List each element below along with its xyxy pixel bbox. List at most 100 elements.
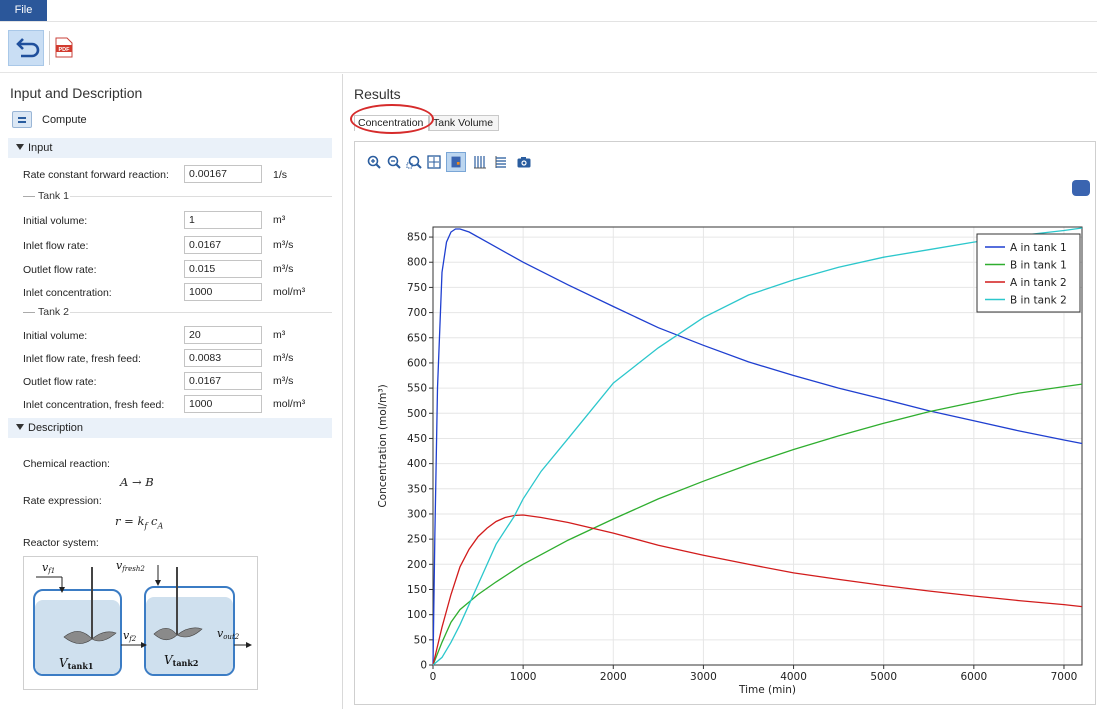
rate-expression-label: Rate expression: [23, 495, 102, 507]
group-line [70, 196, 332, 197]
y-tick-label: 400 [407, 458, 427, 470]
rate-formula: r = kf cA [115, 514, 164, 531]
pdf-icon: PDF [55, 37, 73, 58]
y-tick-label: 550 [407, 383, 427, 395]
group-line [70, 312, 332, 313]
y-tick-label: 850 [407, 232, 427, 244]
chemical-reaction-label: Chemical reaction: [23, 458, 110, 470]
zoom-out-icon[interactable] [386, 154, 402, 170]
y-tick-label: 700 [407, 307, 427, 319]
results-title: Results [354, 86, 401, 102]
x-tick-label: 7000 [1051, 671, 1078, 683]
y-tick-label: 750 [407, 282, 427, 294]
x-tick-label: 5000 [870, 671, 897, 683]
svg-text:vfresh2: vfresh2 [116, 559, 145, 573]
x-axis-label: Time (min) [738, 684, 796, 696]
description-section-header[interactable]: Description [8, 418, 332, 438]
rate-constant-unit: 1/s [273, 169, 288, 181]
x-tick-label: 1000 [510, 671, 537, 683]
tank2-row-label: Initial volume: [23, 330, 88, 342]
y-tick-label: 600 [407, 357, 427, 369]
tank1-inlet-flow-field[interactable]: 0.0167 [184, 236, 262, 254]
x-tick-label: 2000 [600, 671, 627, 683]
input-description-panel: Input and Description Compute Input Rate… [0, 74, 338, 709]
legend-label: A in tank 2 [1010, 277, 1067, 289]
svg-text:vf2: vf2 [123, 629, 137, 643]
x-tick-label: 3000 [690, 671, 717, 683]
input-section-header[interactable]: Input [8, 138, 332, 158]
y-tick-label: 100 [407, 609, 427, 621]
rate-constant-label: Rate constant forward reaction: [23, 169, 169, 181]
tank2-group-label: Tank 2 [38, 306, 69, 318]
x-tick-label: 4000 [780, 671, 807, 683]
file-menu-button[interactable]: File [0, 0, 47, 21]
tank2-row-label: Inlet flow rate, fresh feed: [23, 353, 141, 365]
table-icon[interactable] [492, 154, 508, 170]
y-tick-label: 150 [407, 584, 427, 596]
undo-icon [16, 38, 40, 58]
tank2-inlet-flow-field[interactable]: 0.0083 [184, 349, 262, 367]
tank1-group-label: Tank 1 [38, 190, 69, 202]
y-tick-label: 0 [420, 660, 427, 672]
legend-label: B in tank 1 [1010, 260, 1067, 272]
tank1-initial-volume-field[interactable]: 1 [184, 211, 262, 229]
tank2-inlet-concentration-field[interactable]: 1000 [184, 395, 262, 413]
reactor-diagram: vf1 vfresh2 vf2 vout2 Vtank1 Vtank2 [23, 556, 258, 690]
y-axis-label: Concentration (mol/m³) [377, 384, 389, 507]
tank1-row-label: Inlet flow rate: [23, 240, 89, 252]
concentration-chart: 0 50 100 150 200 250 300 350 400 450 500 550 600 650 7… [377, 226, 1083, 696]
toolbar: PDF [0, 23, 1097, 73]
pdf-report-button[interactable]: PDF [55, 37, 73, 58]
tank1-row-label: Initial volume: [23, 215, 88, 227]
collapse-triangle-icon [16, 144, 24, 150]
comsol-logo-icon [1072, 180, 1090, 196]
reactor-system-label: Reactor system: [23, 537, 99, 549]
legend-label: B in tank 2 [1010, 295, 1067, 307]
legend-label: A in tank 1 [1010, 242, 1067, 254]
reactor-system-image: vf1 vfresh2 vf2 vout2 Vtank1 Vtank2 [33, 559, 252, 676]
undo-button[interactable] [8, 30, 44, 66]
scene-light-icon[interactable] [446, 152, 466, 172]
tank1-row-unit: m³/s [273, 239, 294, 251]
tank1-row-label: Outlet flow rate: [23, 264, 97, 276]
y-tick-label: 450 [407, 433, 427, 445]
y-tick-label: 200 [407, 559, 427, 571]
menu-bar: File [0, 0, 1097, 22]
tank2-row-label: Outlet flow rate: [23, 376, 97, 388]
svg-text:vf1: vf1 [42, 561, 55, 575]
tank1-outlet-flow-field[interactable]: 0.015 [184, 260, 262, 278]
zoom-in-icon[interactable] [366, 154, 382, 170]
y-tick-label: 500 [407, 408, 427, 420]
tank2-row-unit: mol/m³ [273, 398, 306, 410]
tank2-row-unit: m³ [273, 329, 286, 341]
tank1-row-unit: mol/m³ [273, 286, 306, 298]
panel-divider[interactable] [342, 74, 343, 709]
compute-label[interactable]: Compute [42, 114, 87, 126]
zoom-extents-icon[interactable] [426, 154, 442, 170]
tank2-row-unit: m³/s [273, 375, 294, 387]
red-highlight-ellipse [350, 104, 434, 134]
x-tick-label: 6000 [960, 671, 987, 683]
panel-title: Input and Description [10, 85, 143, 101]
grid-icon[interactable] [472, 154, 488, 170]
camera-icon[interactable] [516, 154, 532, 170]
tank2-initial-volume-field[interactable]: 20 [184, 326, 262, 344]
tank1-row-unit: m³ [273, 214, 286, 226]
compute-button[interactable] [12, 111, 32, 128]
group-line [23, 196, 35, 197]
toolbar-separator [49, 31, 50, 65]
zoom-box-icon[interactable] [406, 154, 422, 170]
tank1-inlet-concentration-field[interactable]: 1000 [184, 283, 262, 301]
tank1-row-unit: m³/s [273, 263, 294, 275]
y-tick-label: 250 [407, 534, 427, 546]
group-line [23, 312, 35, 313]
tank1-row-label: Inlet concentration: [23, 287, 112, 299]
y-tick-label: 50 [414, 634, 427, 646]
tank2-outlet-flow-field[interactable]: 0.0167 [184, 372, 262, 390]
y-tick-label: 650 [407, 332, 427, 344]
x-tick-label: 0 [430, 671, 437, 683]
rate-constant-field[interactable]: 0.00167 [184, 165, 262, 183]
tab-tank-volume[interactable]: Tank Volume [429, 115, 499, 131]
y-tick-label: 350 [407, 483, 427, 495]
y-tick-label: 800 [407, 257, 427, 269]
